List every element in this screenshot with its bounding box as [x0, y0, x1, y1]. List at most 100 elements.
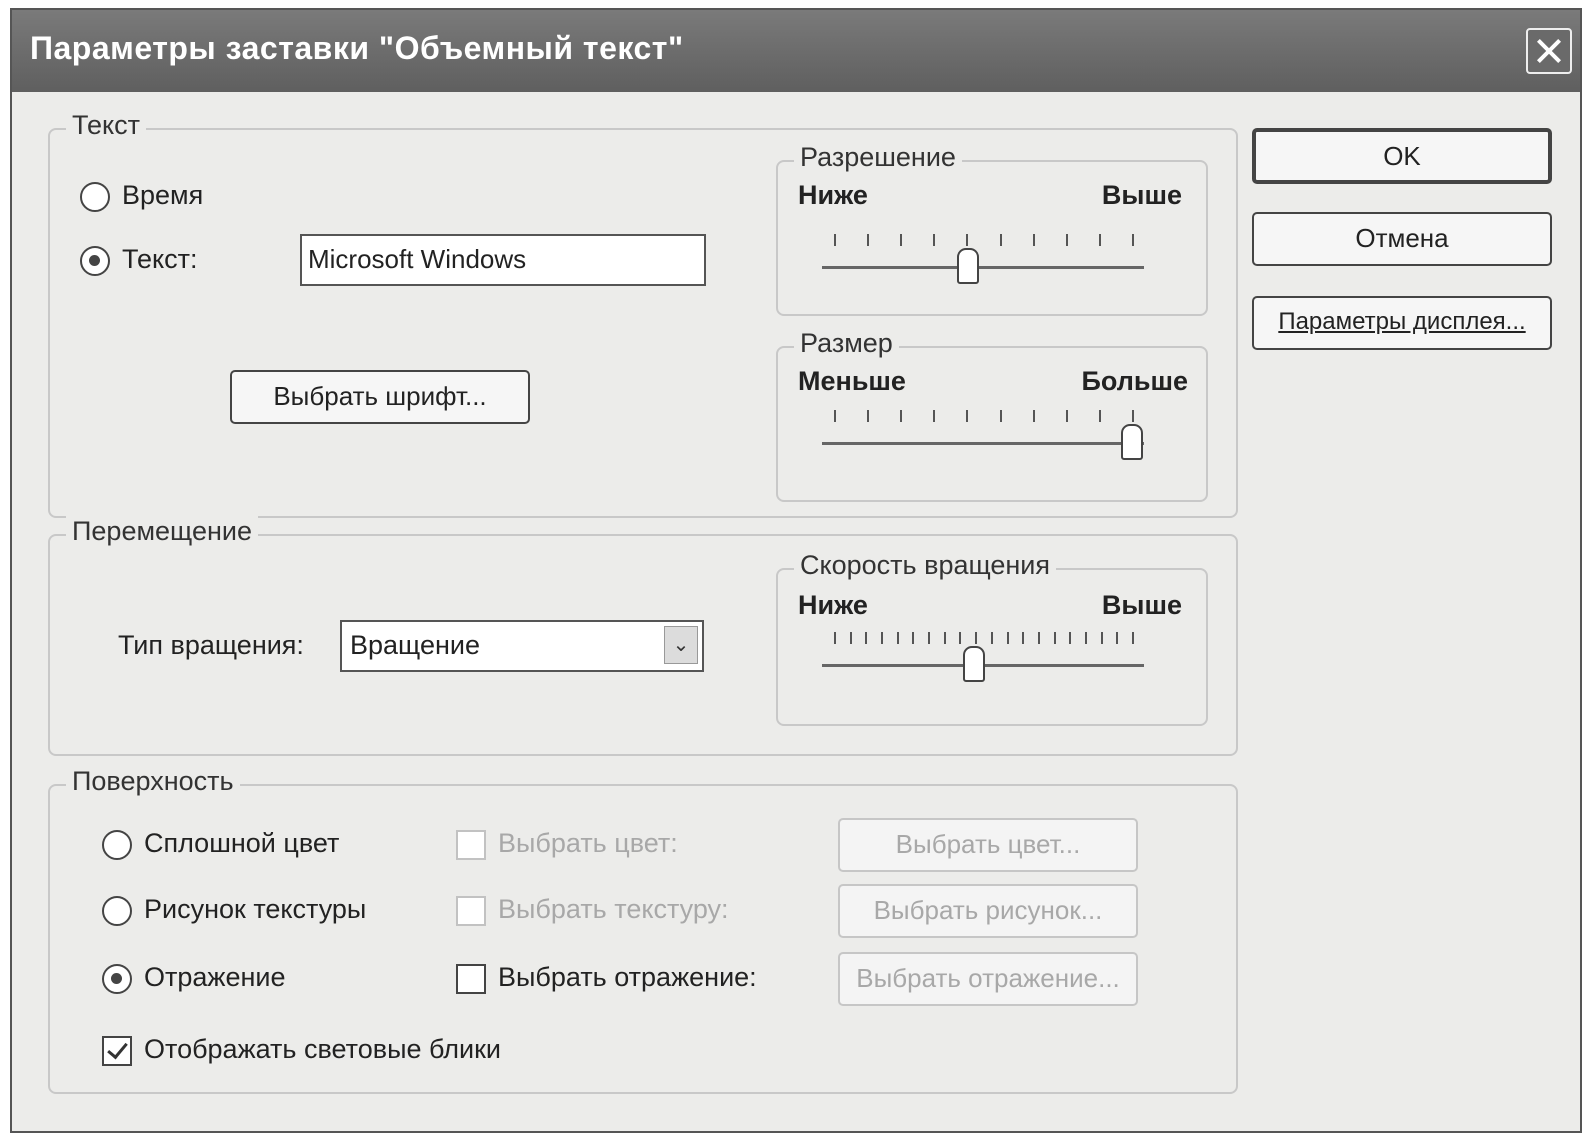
radio-time-label: Время: [122, 180, 204, 210]
title-bar[interactable]: Параметры заставки "Объемный текст": [12, 10, 1580, 92]
chevron-down-icon[interactable]: ⌄: [664, 626, 698, 664]
slider-tick: [933, 234, 935, 246]
choose-font-button[interactable]: Выбрать шрифт...: [230, 370, 530, 424]
size-low-label: Меньше: [798, 366, 906, 396]
radio-texture[interactable]: [102, 896, 132, 926]
radio-text[interactable]: [80, 246, 110, 276]
choose-reflection-button[interactable]: Выбрать отражение...: [838, 952, 1138, 1006]
slider-tick: [1033, 410, 1035, 422]
screensaver-settings-dialog: Параметры заставки "Объемный текст" OK О…: [10, 8, 1582, 1133]
slider-tick: [912, 632, 914, 644]
slider-tick: [928, 632, 930, 644]
resolution-low-label: Ниже: [798, 180, 868, 210]
rotation-type-label: Тип вращения:: [118, 630, 304, 660]
slider-tick: [867, 234, 869, 246]
slider-tick: [1000, 410, 1002, 422]
window-title: Параметры заставки "Объемный текст": [30, 30, 684, 66]
motion-group: Перемещение Тип вращения: Вращение ⌄ Ско…: [48, 516, 1238, 756]
slider-tick: [1007, 632, 1009, 644]
surface-group: Поверхность Сплошной цвет Рисунок тексту…: [48, 766, 1238, 1094]
size-slider[interactable]: [822, 410, 1144, 470]
choose-picture-button-label: Выбрать рисунок...: [873, 895, 1103, 925]
text-input[interactable]: Microsoft Windows: [300, 234, 706, 286]
slider-tick: [1116, 632, 1118, 644]
ok-button[interactable]: OK: [1252, 128, 1552, 184]
slider-thumb[interactable]: [1121, 424, 1143, 460]
slider-tick: [834, 234, 836, 246]
choose-texture-checkbox[interactable]: [456, 896, 486, 926]
size-slider-track: [822, 442, 1144, 445]
resolution-group: Разрешение Ниже Выше: [776, 142, 1208, 316]
size-legend: Размер: [794, 328, 899, 359]
slider-tick: [966, 234, 968, 246]
slider-tick: [991, 632, 993, 644]
slider-thumb[interactable]: [957, 248, 979, 284]
slider-tick: [1099, 410, 1101, 422]
display-settings-button-label: Параметры дисплея...: [1278, 308, 1526, 335]
slider-tick: [867, 410, 869, 422]
speed-high-label: Выше: [1101, 590, 1182, 620]
choose-color-checkbox[interactable]: [456, 830, 486, 860]
radio-time[interactable]: [80, 182, 110, 212]
display-settings-button[interactable]: Параметры дисплея...: [1252, 296, 1552, 350]
radio-texture-label: Рисунок текстуры: [144, 894, 367, 924]
size-group: Размер Меньше Больше: [776, 328, 1208, 502]
resolution-slider-track: [822, 266, 1144, 269]
choose-color-button[interactable]: Выбрать цвет...: [838, 818, 1138, 872]
motion-legend: Перемещение: [66, 516, 258, 547]
slider-tick: [975, 632, 977, 644]
resolution-slider[interactable]: [822, 234, 1144, 294]
cancel-button-label: Отмена: [1355, 223, 1449, 253]
speed-group: Скорость вращения Ниже Выше: [776, 550, 1208, 726]
slider-tick: [1132, 410, 1134, 422]
slider-tick: [1101, 632, 1103, 644]
slider-tick: [1132, 234, 1134, 246]
slider-tick: [966, 410, 968, 422]
resolution-legend: Разрешение: [794, 142, 962, 173]
slider-tick: [1022, 632, 1024, 644]
show-highlights-checkbox[interactable]: [102, 1036, 132, 1066]
choose-color-button-label: Выбрать цвет...: [895, 829, 1081, 859]
cancel-button[interactable]: Отмена: [1252, 212, 1552, 266]
radio-reflection[interactable]: [102, 964, 132, 994]
speed-low-label: Ниже: [798, 590, 868, 620]
choose-reflection-button-label: Выбрать отражение...: [856, 963, 1120, 993]
radio-reflection-label: Отражение: [144, 962, 286, 992]
text-group: Текст Время Текст: Microsoft Windows Выб…: [48, 110, 1238, 518]
slider-tick: [1069, 632, 1071, 644]
speed-slider[interactable]: [822, 632, 1144, 692]
choose-color-checkbox-label: Выбрать цвет:: [498, 828, 678, 858]
slider-tick: [933, 410, 935, 422]
resolution-high-label: Выше: [1101, 180, 1182, 210]
choose-texture-checkbox-label: Выбрать текстуру:: [498, 894, 729, 924]
surface-legend: Поверхность: [66, 766, 240, 797]
slider-tick: [900, 234, 902, 246]
slider-tick: [865, 632, 867, 644]
slider-tick: [1132, 632, 1134, 644]
slider-tick: [834, 632, 836, 644]
slider-tick: [881, 632, 883, 644]
ok-button-label: OK: [1383, 141, 1421, 171]
rotation-type-select[interactable]: Вращение ⌄: [340, 620, 704, 672]
slider-tick: [834, 410, 836, 422]
slider-tick: [1033, 234, 1035, 246]
choose-reflection-checkbox[interactable]: [456, 964, 486, 994]
choose-reflection-checkbox-label: Выбрать отражение:: [498, 962, 757, 992]
slider-tick: [1085, 632, 1087, 644]
slider-thumb[interactable]: [963, 646, 985, 682]
slider-tick: [1000, 234, 1002, 246]
slider-tick: [1038, 632, 1040, 644]
radio-solid-color[interactable]: [102, 830, 132, 860]
slider-tick: [897, 632, 899, 644]
slider-tick: [1066, 234, 1068, 246]
show-highlights-label: Отображать световые блики: [144, 1034, 501, 1064]
size-high-label: Больше: [1081, 366, 1189, 396]
choose-picture-button[interactable]: Выбрать рисунок...: [838, 884, 1138, 938]
slider-tick: [1099, 234, 1101, 246]
text-group-legend: Текст: [66, 110, 146, 141]
close-icon[interactable]: [1526, 28, 1572, 74]
slider-tick: [959, 632, 961, 644]
slider-tick: [944, 632, 946, 644]
slider-tick: [850, 632, 852, 644]
rotation-type-value: Вращение: [350, 630, 480, 660]
